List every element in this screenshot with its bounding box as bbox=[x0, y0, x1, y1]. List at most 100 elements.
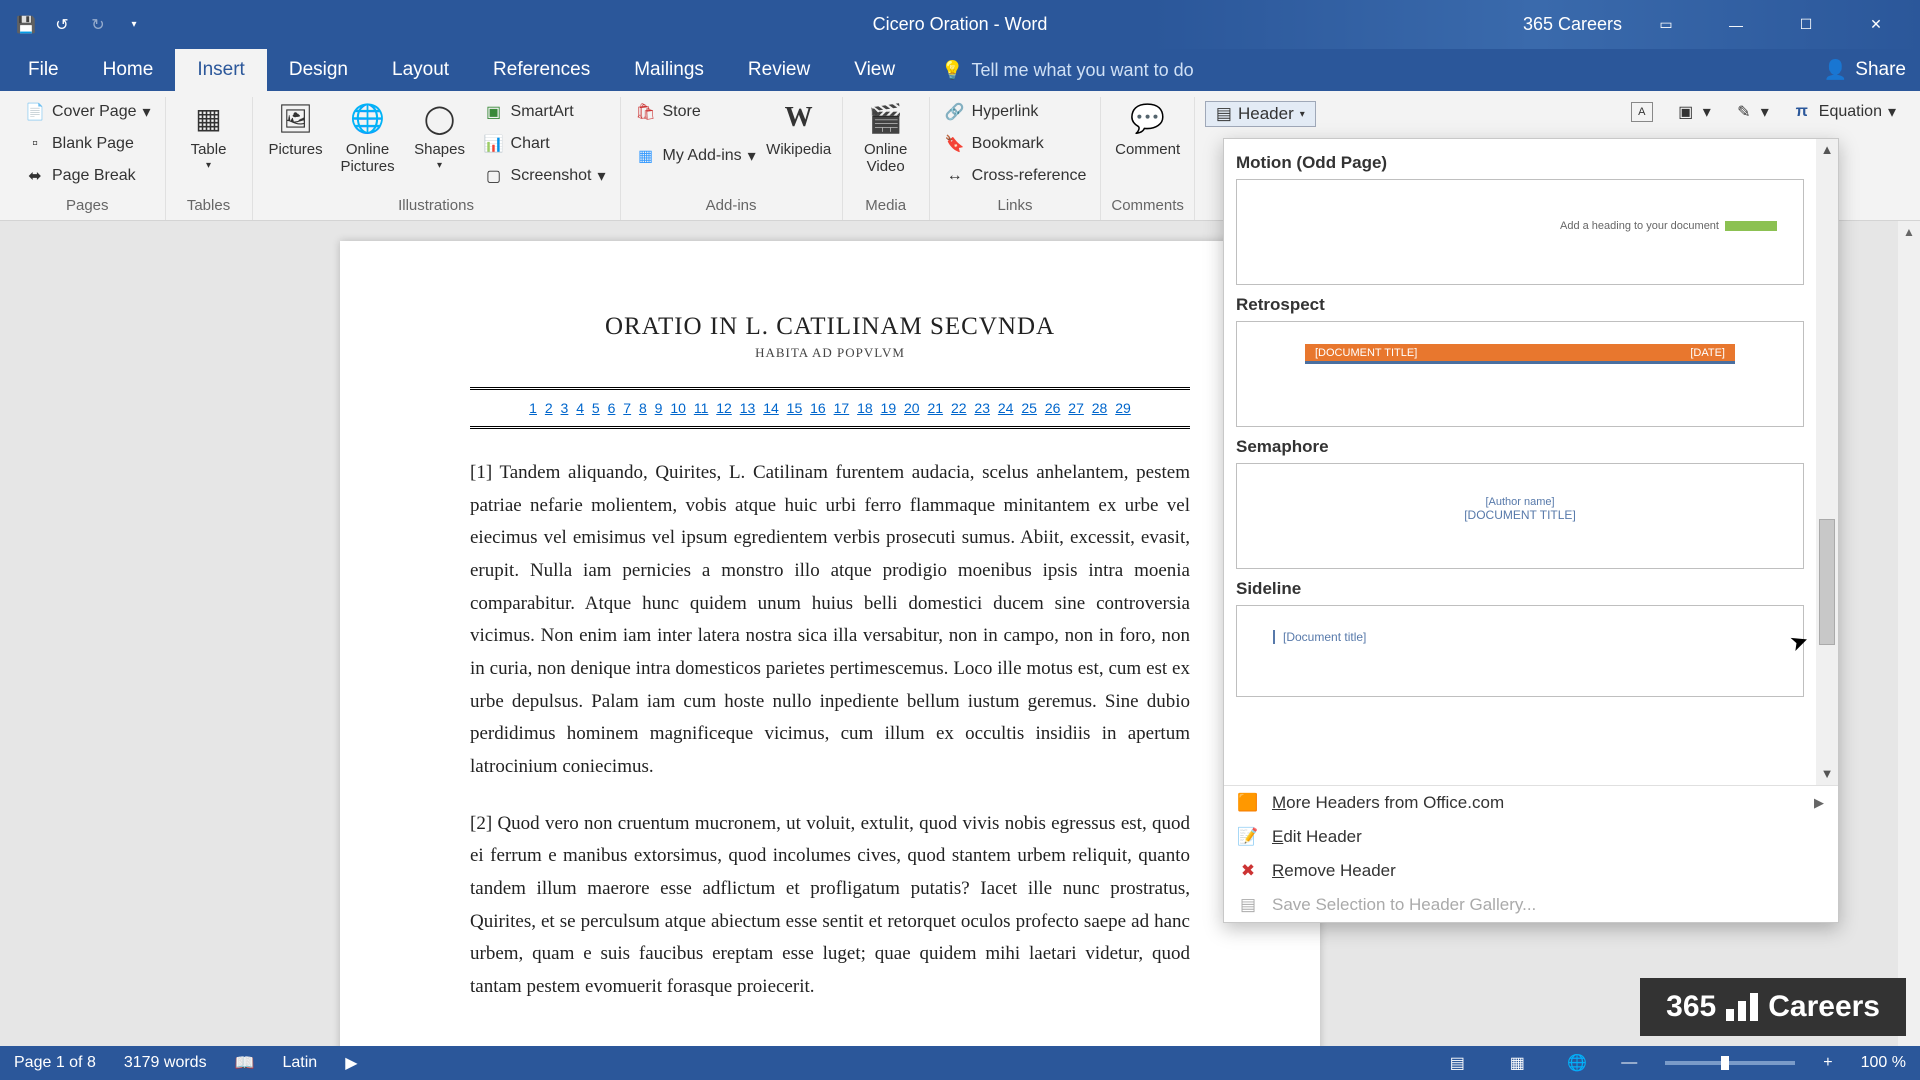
zoom-out-button[interactable]: — bbox=[1621, 1054, 1637, 1072]
edit-header-item[interactable]: 📝Edit Header bbox=[1224, 820, 1838, 854]
preview-motion-odd[interactable]: Add a heading to your document bbox=[1236, 179, 1804, 285]
preview-retrospect[interactable]: [DOCUMENT TITLE][DATE] bbox=[1236, 321, 1804, 427]
document-page[interactable]: ORATIO IN L. CATILINAM SECVNDA HABITA AD… bbox=[340, 241, 1320, 1046]
tab-insert[interactable]: Insert bbox=[175, 49, 267, 91]
edit-icon: 📝 bbox=[1238, 827, 1258, 847]
wikipedia-icon: W bbox=[778, 97, 820, 139]
scroll-down-icon[interactable]: ▼ bbox=[1816, 763, 1838, 785]
bookmark-button[interactable]: 🔖Bookmark bbox=[940, 129, 1091, 159]
my-addins-button[interactable]: ▦My Add-ins ▾ bbox=[631, 141, 760, 171]
wikipedia-button[interactable]: W Wikipedia bbox=[766, 97, 832, 158]
chart-icon: 📊 bbox=[483, 134, 505, 154]
horizontal-rule bbox=[470, 426, 1190, 429]
tab-references[interactable]: References bbox=[471, 49, 612, 91]
table-button[interactable]: ▦Table▾ bbox=[176, 97, 242, 171]
account-name[interactable]: 365 Careers bbox=[1523, 14, 1622, 35]
equation-label: Equation bbox=[1819, 103, 1882, 121]
word-count[interactable]: 3179 words bbox=[124, 1054, 207, 1072]
table-icon: ▦ bbox=[188, 97, 230, 139]
chart-button[interactable]: 📊 Chart bbox=[479, 129, 610, 159]
signature-icon: ✎ bbox=[1733, 102, 1755, 122]
tell-me-search[interactable]: 💡 Tell me what you want to do bbox=[941, 60, 1194, 81]
zoom-knob[interactable] bbox=[1721, 1056, 1729, 1070]
qat-customize-icon[interactable]: ▾ bbox=[120, 11, 148, 39]
group-media-label: Media bbox=[865, 195, 906, 220]
read-mode-button[interactable]: ▤ bbox=[1441, 1053, 1473, 1073]
online-pictures-label: Online Pictures bbox=[335, 141, 401, 175]
save-icon[interactable]: 💾 bbox=[12, 11, 40, 39]
page-count[interactable]: Page 1 of 8 bbox=[14, 1054, 96, 1072]
screenshot-button[interactable]: ▢Screenshot ▾ bbox=[479, 161, 610, 191]
close-button[interactable]: ✕ bbox=[1850, 5, 1902, 45]
save-gallery-label: Save Selection to Header Gallery... bbox=[1272, 895, 1536, 915]
share-button[interactable]: 👤 Share bbox=[1824, 58, 1906, 82]
tab-view[interactable]: View bbox=[832, 49, 917, 91]
store-icon: 🛍 bbox=[635, 102, 657, 122]
tab-design[interactable]: Design bbox=[267, 49, 370, 91]
scroll-thumb[interactable] bbox=[1819, 519, 1835, 645]
gallery-footer: 🟧More Headers from Office.com▶ 📝Edit Hea… bbox=[1224, 785, 1838, 922]
online-video-button[interactable]: 🎬Online Video bbox=[853, 97, 919, 175]
tab-home[interactable]: Home bbox=[81, 49, 176, 91]
language[interactable]: Latin bbox=[282, 1054, 317, 1072]
hyperlink-button[interactable]: 🔗Hyperlink bbox=[940, 97, 1091, 127]
online-pictures-button[interactable]: 🌐Online Pictures bbox=[335, 97, 401, 175]
minimize-button[interactable]: — bbox=[1710, 5, 1762, 45]
signature-button[interactable]: ✎▾ bbox=[1729, 97, 1773, 127]
page-break-icon: ⬌ bbox=[24, 166, 46, 186]
scroll-up-icon[interactable]: ▲ bbox=[1816, 139, 1838, 161]
store-button[interactable]: 🛍Store bbox=[631, 97, 760, 127]
scroll-up-icon[interactable]: ▲ bbox=[1898, 221, 1920, 243]
shapes-button[interactable]: ◯Shapes▾ bbox=[407, 97, 473, 171]
vertical-scrollbar[interactable]: ▲ bbox=[1898, 221, 1920, 1046]
office-icon: 🟧 bbox=[1238, 793, 1258, 813]
cross-reference-button[interactable]: ↔Cross-reference bbox=[940, 161, 1091, 191]
tab-file[interactable]: File bbox=[6, 49, 81, 91]
more-headers-item[interactable]: 🟧More Headers from Office.com▶ bbox=[1224, 786, 1838, 820]
share-icon: 👤 bbox=[1824, 58, 1848, 82]
video-icon: 🎬 bbox=[865, 97, 907, 139]
my-addins-label: My Add-ins bbox=[663, 147, 742, 165]
textbox-icon: A bbox=[1631, 102, 1653, 122]
cover-page-button[interactable]: 📄Cover Page ▾ bbox=[20, 97, 155, 127]
preview-sideline[interactable]: [Document title] bbox=[1236, 605, 1804, 697]
tab-review[interactable]: Review bbox=[726, 49, 832, 91]
page-break-button[interactable]: ⬌Page Break bbox=[20, 161, 155, 191]
group-tables-label: Tables bbox=[187, 195, 230, 220]
pictures-button[interactable]: 🖼Pictures bbox=[263, 97, 329, 158]
zoom-in-button[interactable]: + bbox=[1823, 1054, 1832, 1072]
preview-semaphore[interactable]: [Author name][DOCUMENT TITLE] bbox=[1236, 463, 1804, 569]
web-layout-button[interactable]: 🌐 bbox=[1561, 1053, 1593, 1073]
doc-nav-links[interactable]: 1 2 3 4 5 6 7 8 9 10 11 12 13 14 15 16 1… bbox=[470, 400, 1190, 416]
bookmark-label: Bookmark bbox=[972, 135, 1044, 153]
header-button[interactable]: ▤ Header ▾ bbox=[1205, 101, 1316, 127]
equation-button[interactable]: πEquation ▾ bbox=[1787, 97, 1900, 127]
group-addins-label: Add-ins bbox=[706, 195, 757, 220]
sema-author: [Author name] bbox=[1249, 496, 1791, 508]
comment-button[interactable]: 💬Comment bbox=[1115, 97, 1181, 158]
blank-page-button[interactable]: ▫Blank Page bbox=[20, 129, 155, 159]
undo-icon[interactable]: ↺ bbox=[48, 11, 76, 39]
zoom-slider[interactable] bbox=[1665, 1061, 1795, 1065]
maximize-button[interactable]: ☐ bbox=[1780, 5, 1832, 45]
gallery-scrollbar[interactable]: ▲ ▼ bbox=[1816, 139, 1838, 785]
chart-label: Chart bbox=[511, 135, 550, 153]
zoom-level[interactable]: 100 % bbox=[1861, 1054, 1906, 1072]
quickparts-button[interactable]: ▣▾ bbox=[1671, 97, 1715, 127]
ribbon-options-icon[interactable]: ▭ bbox=[1640, 5, 1692, 45]
online-pictures-icon: 🌐 bbox=[347, 97, 389, 139]
tab-layout[interactable]: Layout bbox=[370, 49, 471, 91]
bars-icon bbox=[1726, 993, 1758, 1021]
textbox-button[interactable]: A bbox=[1627, 97, 1657, 127]
spellcheck-icon[interactable]: 📖 bbox=[235, 1053, 255, 1073]
shapes-icon: ◯ bbox=[419, 97, 461, 139]
print-layout-button[interactable]: ▦ bbox=[1501, 1053, 1533, 1073]
tab-mailings[interactable]: Mailings bbox=[612, 49, 726, 91]
wikipedia-label: Wikipedia bbox=[766, 141, 831, 158]
smartart-button[interactable]: ▣SmartArt bbox=[479, 97, 610, 127]
watermark-logo: 365 Careers bbox=[1640, 978, 1906, 1036]
remove-header-item[interactable]: ✖Remove Header bbox=[1224, 854, 1838, 888]
macro-icon[interactable]: ▶ bbox=[345, 1053, 357, 1073]
redo-icon[interactable]: ↻ bbox=[84, 11, 112, 39]
watermark-365: 365 bbox=[1666, 990, 1716, 1024]
